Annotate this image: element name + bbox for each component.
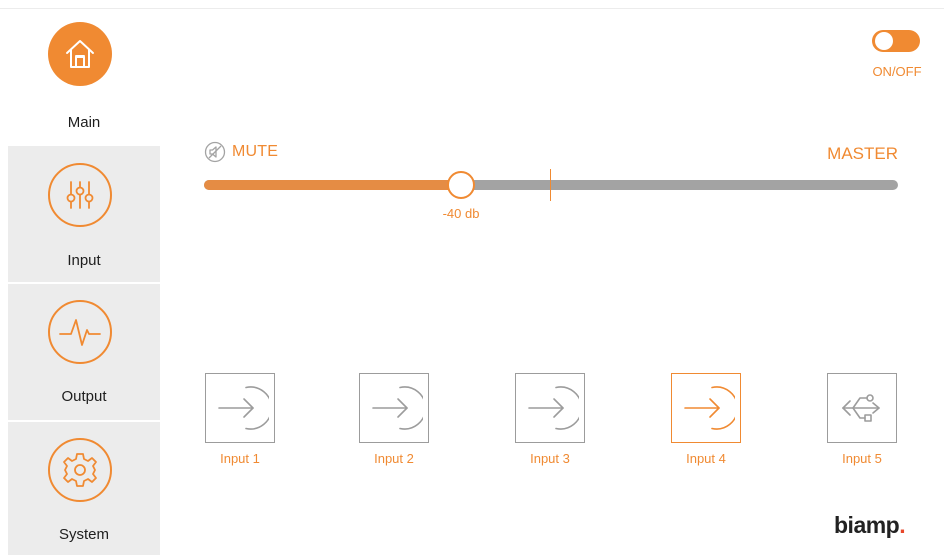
input-5-label: Input 5 <box>842 451 882 466</box>
input-4-button[interactable] <box>671 373 741 443</box>
power-toggle[interactable] <box>872 30 920 52</box>
sidebar-item-input[interactable]: Input <box>8 146 160 282</box>
sidebar-item-label: Main <box>67 114 101 131</box>
sidebar-item-main[interactable]: Main <box>8 10 160 146</box>
logo-text: biamp <box>834 512 900 538</box>
slider-fill <box>204 180 461 190</box>
slider-reference-marker <box>550 169 551 201</box>
input-3-label: Input 3 <box>530 451 570 466</box>
gear-icon <box>48 438 112 502</box>
waveform-icon <box>48 300 112 364</box>
input-4-label: Input 4 <box>686 451 726 466</box>
input-5-button[interactable] <box>827 373 897 443</box>
sidebar-item-label: System <box>58 526 109 543</box>
power-toggle-knob <box>875 32 893 50</box>
mute-icon <box>204 141 226 163</box>
slider-thumb[interactable] <box>447 171 475 199</box>
input-arrow-icon <box>372 386 423 430</box>
input-arrow-icon <box>684 386 735 430</box>
mute-button[interactable]: MUTE <box>204 141 278 163</box>
input-arrow-icon <box>218 386 269 430</box>
top-divider <box>0 8 944 9</box>
volume-value-label: -40 db <box>442 206 480 221</box>
sidebar-nav: Main Input Output System <box>8 10 160 555</box>
input-2-button[interactable] <box>359 373 429 443</box>
input-1-button[interactable] <box>205 373 275 443</box>
sidebar-item-label: Output <box>61 388 107 405</box>
input-2-label: Input 2 <box>374 451 414 466</box>
home-icon <box>48 22 112 86</box>
master-label: MASTER <box>827 144 898 163</box>
sidebar-item-label: Input <box>67 252 101 269</box>
sidebar-item-system[interactable]: System <box>8 422 160 555</box>
logo-dot: . <box>899 512 906 538</box>
power-label: ON/OFF <box>872 64 922 79</box>
mute-label: MUTE <box>232 143 279 160</box>
sidebar-item-output[interactable]: Output <box>8 284 160 420</box>
biamp-logo: biamp. <box>834 512 906 539</box>
input-3-button[interactable] <box>515 373 585 443</box>
usb-icon <box>842 394 880 422</box>
input-1-label: Input 1 <box>220 451 260 466</box>
input-arrow-icon <box>528 386 579 430</box>
master-volume-slider[interactable]: -40 db <box>204 169 898 221</box>
sliders-icon <box>48 163 112 227</box>
